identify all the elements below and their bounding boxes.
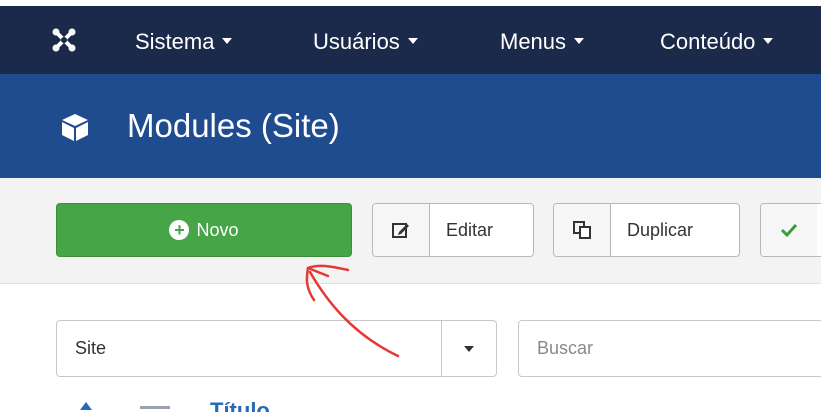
menu-menus[interactable]: Menus bbox=[500, 29, 585, 54]
client-select[interactable]: Site bbox=[56, 320, 497, 377]
check-icon bbox=[761, 204, 817, 256]
sort-icon[interactable] bbox=[80, 402, 92, 410]
menu-menus-label: Menus bbox=[500, 29, 567, 54]
new-button-label: Novo bbox=[196, 219, 239, 240]
client-select-value: Site bbox=[75, 338, 107, 358]
chevron-down-icon bbox=[222, 38, 233, 45]
edit-button-label: Editar bbox=[446, 219, 494, 240]
menu-usuarios[interactable]: Usuários bbox=[313, 30, 418, 54]
menu-sistema-label: Sistema bbox=[135, 29, 215, 54]
joomla-logo-icon[interactable] bbox=[52, 28, 76, 52]
page-header: Modules (Site) bbox=[0, 74, 821, 178]
table-header-row: Título bbox=[0, 396, 821, 412]
page-title: Modules (Site) bbox=[127, 107, 340, 144]
toolbar: + Novo Editar Duplicar bbox=[0, 178, 821, 284]
top-navbar: Sistema Usuários Menus Conteúdo bbox=[0, 0, 821, 74]
edit-button[interactable]: Editar bbox=[372, 203, 534, 257]
duplicate-button-label: Duplicar bbox=[627, 219, 694, 240]
chevron-down-icon bbox=[407, 38, 418, 45]
menu-usuarios-label: Usuários bbox=[313, 29, 400, 54]
chevron-down-icon bbox=[574, 38, 585, 45]
menu-conteudo-label: Conteúdo bbox=[660, 29, 756, 54]
copy-icon bbox=[554, 204, 611, 256]
edit-icon bbox=[373, 204, 430, 256]
search-input[interactable] bbox=[518, 320, 821, 377]
column-title-header[interactable]: Título bbox=[210, 398, 270, 412]
select-all-checkbox[interactable] bbox=[140, 406, 170, 412]
cube-icon bbox=[60, 112, 90, 142]
menu-sistema[interactable]: Sistema bbox=[135, 29, 233, 54]
new-button[interactable]: + Novo bbox=[56, 203, 352, 257]
chevron-down-icon bbox=[763, 38, 774, 45]
duplicate-button[interactable]: Duplicar bbox=[553, 203, 740, 257]
plus-circle-icon: + bbox=[169, 220, 190, 240]
chevron-down-icon bbox=[464, 345, 474, 352]
menu-conteudo[interactable]: Conteúdo bbox=[660, 29, 774, 54]
publish-button[interactable] bbox=[760, 203, 821, 257]
client-select-toggle[interactable] bbox=[441, 321, 496, 376]
